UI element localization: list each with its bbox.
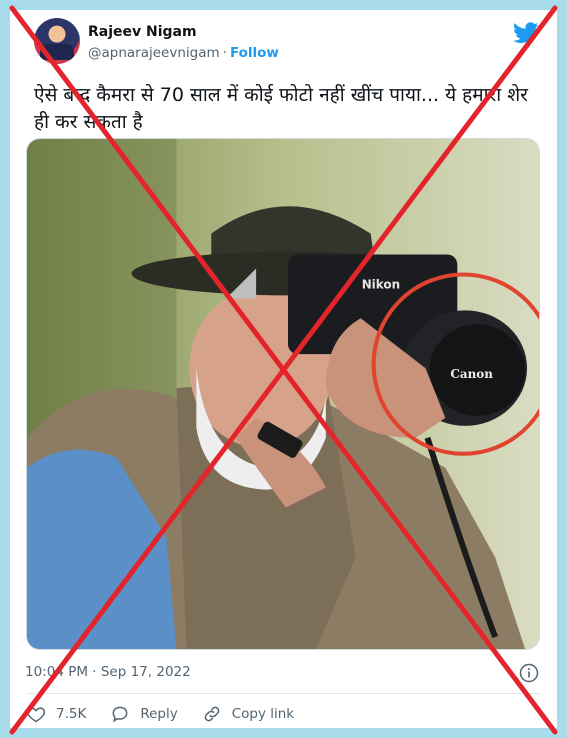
reply-bubble-icon: [112, 706, 128, 723]
twitter-bird-icon[interactable]: [513, 22, 539, 44]
tweet-embed-card: Rajeev Nigam @apnarajeevnigam · Follow ऐसे…: [10, 10, 557, 728]
tweet-header: Rajeev Nigam @apnarajeevnigam · Follow: [10, 10, 557, 70]
author-handle-row: @apnarajeevnigam · Follow: [88, 45, 279, 61]
tweet-photo[interactable]: Nikon Canon: [26, 138, 540, 650]
photo-illustration: Nikon Canon: [27, 139, 539, 649]
camera-body-label: Nikon: [362, 277, 400, 291]
info-icon[interactable]: [519, 663, 539, 683]
copy-link-button[interactable]: Copy link: [202, 704, 294, 724]
heart-icon: [26, 707, 46, 723]
like-count: 7.5K: [56, 706, 87, 722]
reply-button[interactable]: Reply: [110, 704, 178, 724]
follow-button[interactable]: Follow: [230, 45, 279, 61]
handle-separator: ·: [222, 45, 227, 61]
lens-cap-brand: Canon: [450, 367, 493, 381]
tweet-timestamp[interactable]: 10:04 PM · Sep 17, 2022: [25, 664, 191, 680]
author-handle[interactable]: @apnarajeevnigam: [88, 45, 220, 61]
author-display-name[interactable]: Rajeev Nigam: [88, 24, 197, 40]
copy-link-label: Copy link: [231, 706, 295, 722]
avatar[interactable]: [34, 18, 80, 64]
reply-label: Reply: [140, 706, 178, 722]
like-button[interactable]: 7.5K: [26, 704, 86, 724]
tweet-text: ऐसे बन्द कैमरा से 70 साल में कोई फोटो नह…: [34, 84, 528, 133]
link-icon: [204, 706, 220, 722]
action-bar: 7.5K Reply Copy link: [26, 703, 318, 725]
divider: [26, 693, 541, 694]
